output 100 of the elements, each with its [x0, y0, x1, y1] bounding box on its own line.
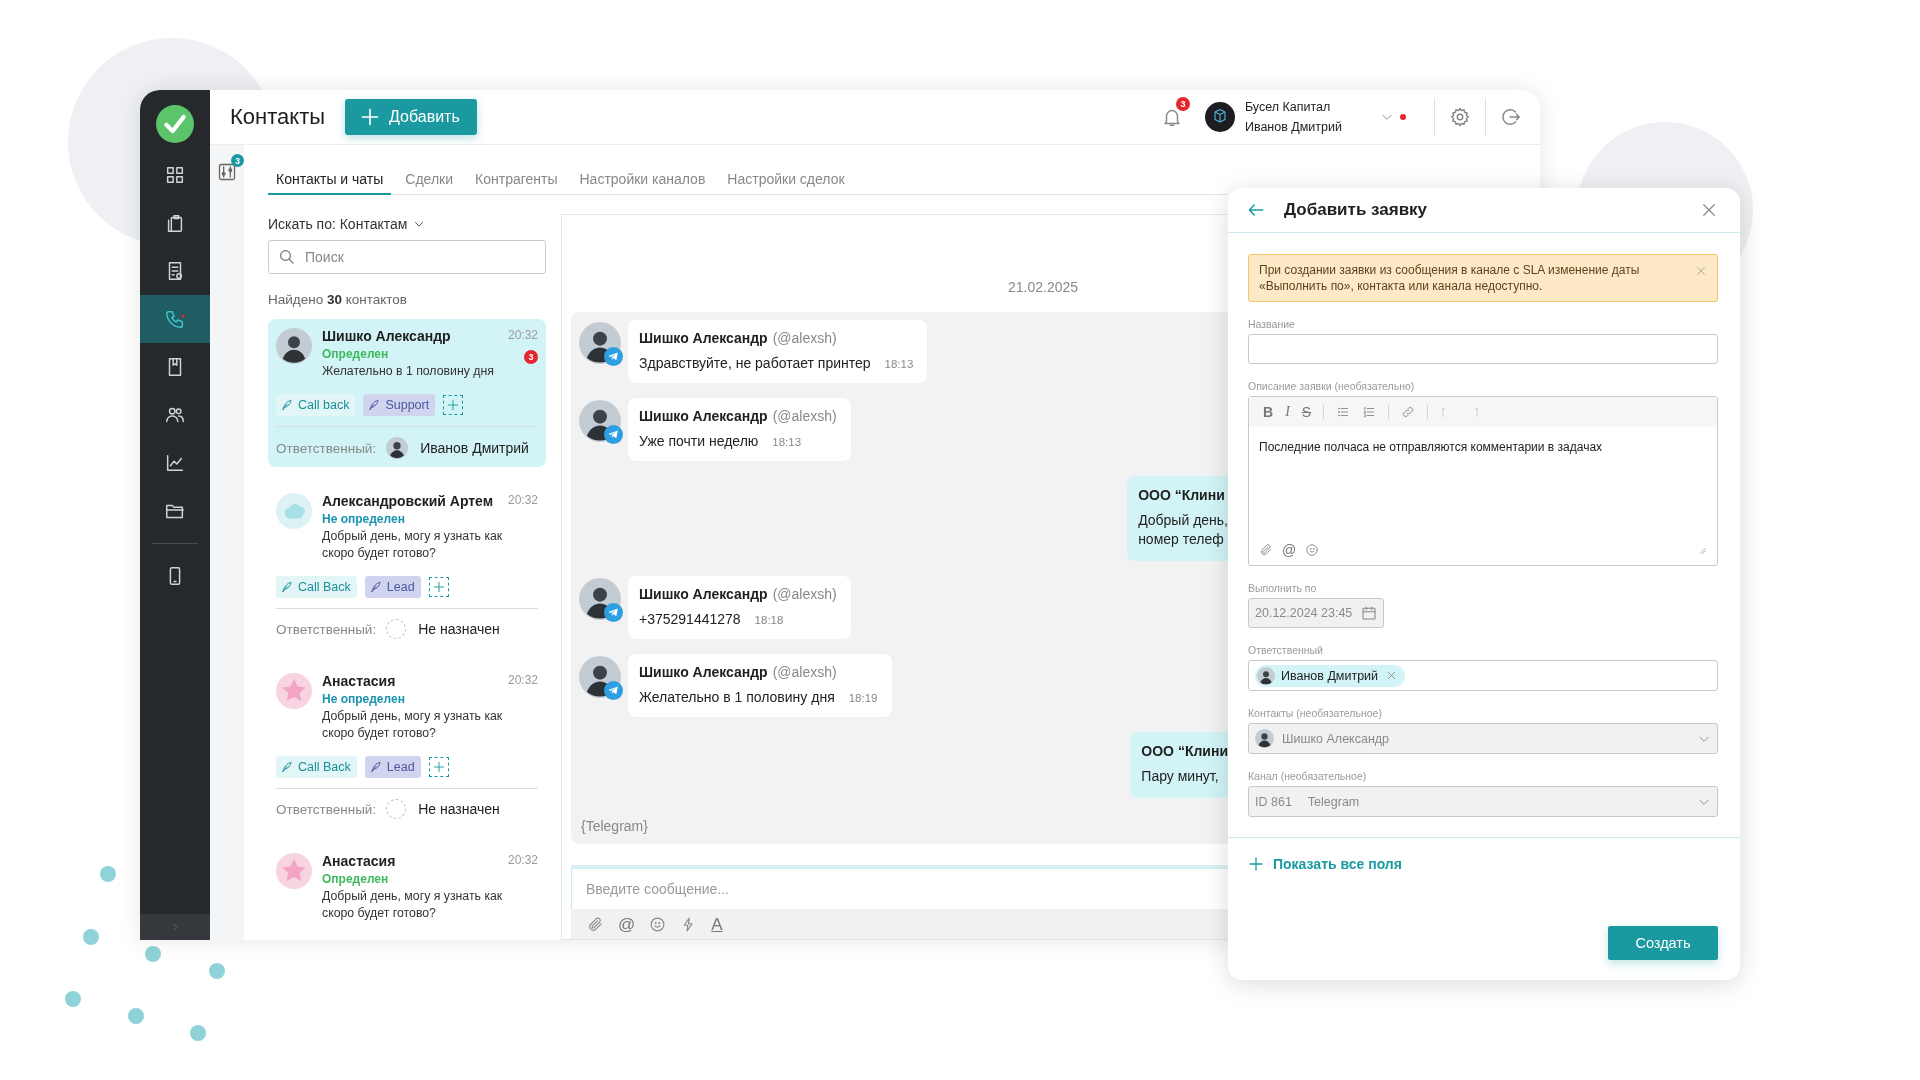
bulleted-list-icon[interactable] [1336, 405, 1351, 419]
paperclip-icon[interactable] [1259, 543, 1273, 557]
message-preview: Добрый день, могу я узнать как скоро будет готово? [322, 888, 504, 922]
smiley-icon[interactable] [1305, 543, 1320, 557]
responsible-label: Ответственный: [276, 621, 377, 637]
contact-name: Анастасия [322, 853, 397, 869]
plus-icon [1248, 856, 1264, 872]
search-scope[interactable]: Искать по: Контактам [268, 216, 408, 232]
settings-icon[interactable] [1449, 106, 1471, 128]
message-time: 18:18 [754, 614, 784, 626]
feather-icon [368, 580, 383, 594]
numbered-list-icon[interactable] [1362, 405, 1377, 419]
tab[interactable]: Настройки сделок [719, 157, 853, 195]
responsible-label: Ответственный: [276, 440, 377, 456]
tag[interactable]: Lead [364, 756, 421, 778]
italic-button[interactable]: I [1285, 405, 1290, 419]
responsible-name: Не назначен [418, 801, 500, 817]
add-button[interactable]: Добавить [345, 99, 477, 135]
logo-icon [156, 104, 194, 143]
person-avatar [1257, 666, 1275, 685]
user-handle: (@alexsh) [772, 330, 837, 346]
tab[interactable]: Сделки [397, 157, 462, 195]
plus-icon [431, 580, 446, 594]
feather-icon [280, 760, 294, 774]
contact-status: Не определен [322, 692, 406, 706]
feather-icon [280, 580, 294, 594]
tag[interactable]: Call Back [276, 576, 357, 598]
responsible-field[interactable]: Иванов Дмитрий [1248, 660, 1718, 691]
results-count: Найдено 30 контактов [268, 292, 409, 307]
message-text: номер телеф [1138, 530, 1225, 549]
mention-button[interactable]: @ [618, 915, 636, 933]
close-icon[interactable] [1700, 201, 1718, 219]
field-label: Канал (необязательное) [1248, 770, 1368, 782]
cube-avatar[interactable] [1204, 102, 1235, 132]
close-icon[interactable] [1695, 265, 1707, 277]
user-name: Иванов Дмитрий [1244, 119, 1342, 136]
chart-icon [164, 452, 186, 474]
panel-title: Добавить заявку [1284, 200, 1428, 220]
logout-icon[interactable] [1500, 106, 1522, 128]
message-input[interactable]: Введите сообщение... [571, 868, 1228, 909]
mention-button[interactable]: @ [1282, 543, 1297, 557]
field-label: Название [1248, 318, 1296, 330]
tab[interactable]: Контрагенты [467, 157, 566, 195]
message-time: 18:13 [772, 436, 802, 448]
tab[interactable]: Настройки каналов [571, 157, 714, 195]
tag[interactable]: Lead [364, 576, 421, 598]
add-tag-button[interactable] [428, 757, 449, 777]
add-tag-button[interactable] [443, 395, 464, 415]
message-preview: Добрый день, могу я узнать как скоро будет готово? [322, 528, 504, 562]
resize-handle-icon[interactable] [1697, 545, 1707, 555]
chat-date: 21.02.2025 [1008, 279, 1079, 295]
plus-icon [431, 760, 446, 774]
filter-icon[interactable] [217, 161, 237, 183]
link-icon[interactable] [1401, 405, 1416, 419]
show-all-fields-link[interactable]: Показать все поля [1248, 856, 1402, 872]
tab[interactable]: Контакты и чаты [268, 157, 392, 195]
close-icon[interactable] [1386, 670, 1398, 681]
create-button[interactable]: Создать [1608, 926, 1718, 960]
description-text: Последние полчаса не отправляются комментарии в задачах [1258, 439, 1604, 456]
paper-plane-icon [604, 425, 623, 444]
message-time: 20:32 [507, 328, 538, 342]
status-dot [1400, 114, 1406, 120]
contact-status: Определен [322, 872, 390, 886]
input-field[interactable] [1248, 334, 1718, 364]
author-name: Шишко Александр [639, 408, 768, 424]
smiley-icon[interactable] [649, 915, 667, 933]
author-name: Шишко Александр [639, 330, 768, 346]
user-handle: (@alexsh) [772, 586, 837, 602]
message-time: 20:32 [507, 673, 538, 687]
contact-name: Шишко Александр [322, 328, 452, 344]
plus-icon [360, 107, 381, 127]
person-chip[interactable]: Иванов Дмитрий [1255, 664, 1406, 687]
user-handle: (@alexsh) [772, 408, 837, 424]
search-icon [278, 248, 296, 266]
author-name: ООО “Клини [1138, 487, 1226, 503]
search-field[interactable]: Поиск [268, 240, 546, 274]
tag[interactable]: Call back [276, 394, 356, 416]
notification-badge: 3 [1175, 97, 1190, 111]
contact-status: Не определен [322, 512, 406, 526]
paper-plane-icon [604, 347, 623, 366]
description-editor[interactable]: B I S Последние полчаса не отправляются комментарии в задачах @ [1248, 396, 1718, 566]
bold-button[interactable]: B [1263, 405, 1274, 419]
author-name: Шишко Александр [639, 664, 768, 680]
plus-icon [446, 398, 461, 412]
field-label: Выполнить по [1248, 582, 1318, 594]
paperclip-icon[interactable] [587, 915, 604, 933]
text-color-button[interactable]: A [711, 915, 723, 933]
message-time: 20:32 [507, 853, 538, 867]
tag[interactable]: Call Back [276, 756, 357, 778]
feather-icon [367, 398, 382, 412]
contact-status: Определен [322, 347, 390, 361]
message-time: 18:19 [848, 692, 878, 704]
contact-card[interactable]: Шишко Александр Определен Желательно в 1 половину дня 20:32 3 Call back Support Ответственный: Иванов Дмитрий [268, 319, 546, 467]
user-handle: (@alexsh) [772, 664, 837, 680]
responsible-label: Ответственный: [276, 801, 377, 817]
message-text: +375291441278 [639, 611, 741, 627]
add-tag-button[interactable] [428, 577, 449, 597]
message-preview: Добрый день, могу я узнать как скоро будет готово? [322, 708, 504, 742]
tag[interactable]: Support [363, 394, 436, 416]
strikethrough-button[interactable]: S [1301, 405, 1312, 419]
